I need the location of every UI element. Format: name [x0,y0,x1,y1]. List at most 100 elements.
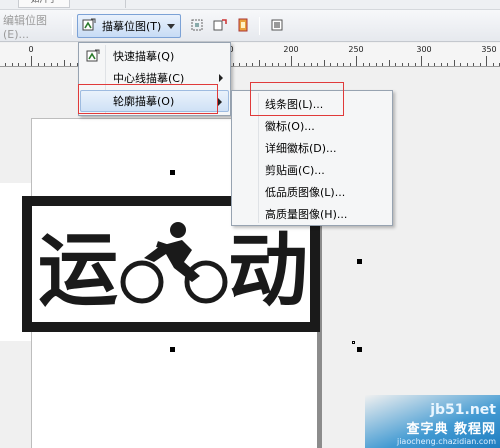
ruler-tick [362,63,364,66]
chevron-right-icon [219,74,223,82]
logo-char-left: 运 [38,224,118,317]
property-toolbar: 编辑位图(E)... 描摹位图(T) [0,10,500,42]
trace-bitmap-button[interactable]: 描摹位图(T) [77,14,181,38]
selection-handle-bottom-right[interactable] [357,347,362,352]
submenu-item-low-quality-image[interactable]: 低品质图像(L)... [265,184,345,200]
submenu-item-high-quality-image[interactable]: 高质量图像(H)... [265,206,347,222]
ruler-tick [466,63,468,66]
cyclist-icon [120,222,228,304]
ruler-tick [31,56,32,66]
ruler-tick [63,60,65,66]
ruler-tick [356,56,357,66]
ruler-tick [252,63,253,66]
ruler-tick [343,63,344,66]
watermark-site: jb51.net [430,402,496,418]
horizontal-ruler[interactable]: 0 50 100 150 200 250 300 350 [0,43,500,67]
ruler-tick [349,63,351,66]
ruler-tick [245,63,247,66]
annotation-highlight-line-art [250,82,344,116]
ruler-tick [336,63,338,66]
selection-handle-top[interactable] [170,170,175,175]
ruler-tick [447,63,448,66]
ruler-tick [408,63,409,66]
ruler-tick [440,63,442,66]
ruler-tick [414,63,416,66]
ruler-tick [310,63,312,66]
ruler-tick [5,63,6,66]
ruler-tick [44,63,45,66]
crop-bitmap-button[interactable] [186,14,208,38]
menu-item-label: 快速描摹(Q) [113,50,175,63]
ruler-tick [479,63,481,66]
ruler-tick [50,63,52,66]
ruler-label: 200 [283,45,299,54]
ruler-label: 350 [481,45,497,54]
rotation-center-marker[interactable] [352,341,355,344]
ruler-tick [375,63,377,66]
crop-bitmap-icon [190,18,204,35]
ruler-label: 250 [348,45,364,54]
ruler-tick [382,63,383,66]
ruler-tick [388,60,390,66]
submenu-item-detailed-logo[interactable]: 详细徽标(D)... [265,140,337,156]
ruler-tick [297,63,299,66]
resample-icon [213,18,227,35]
chevron-down-icon [167,24,175,29]
resample-button[interactable] [209,14,231,38]
trace-bitmap-label: 描摹位图(T) [102,20,162,33]
watermark-url: jiaocheng.chazidian.com [396,437,496,446]
ruler-tick [304,63,305,66]
ruler-tick [395,63,396,66]
selection-handle-right[interactable] [357,259,362,264]
menu-tab-partial[interactable]: 如片了 [18,0,70,8]
ruler-tick [37,63,39,66]
ruler-tick [11,63,13,66]
ruler-tick [18,63,19,66]
submenu-item-logo[interactable]: 徽标(O)... [265,118,315,134]
ruler-label: 0 [28,45,34,54]
bitmap-color-mask-icon [236,18,250,35]
ruler-tick [239,63,240,66]
toolbar-separator [259,17,260,35]
submenu-item-clipart[interactable]: 剪贴画(C)... [265,162,325,178]
bitmap-color-mask-button[interactable] [232,14,254,38]
list-options-icon [270,18,284,35]
menu-divider [125,0,135,8]
ruler-tick [284,63,286,66]
ruler-tick [473,63,474,66]
ruler-label: 300 [416,45,432,54]
ruler-tick [271,63,273,66]
trace-bitmap-icon [82,18,96,35]
ruler-tick [434,63,435,66]
ruler-tick [486,56,487,66]
ruler-tick [70,63,71,66]
ruler-tick [24,63,26,66]
annotation-highlight-outline-trace [78,84,218,114]
ruler-tick [453,60,455,66]
ruler-tick [401,63,403,66]
trace-bitmap-icon [86,49,100,66]
ruler-tick [232,63,234,66]
ruler-tick [323,60,325,66]
ruler-tick [57,63,58,66]
logo-char-right: 动 [228,224,308,317]
chevron-right-icon [218,98,222,106]
toolbar-separator [72,17,73,35]
ruler-tick [278,63,279,66]
ruler-tick [460,63,461,66]
watermark-title: 查字典 教程网 [406,422,496,437]
ruler-tick [265,63,266,66]
menu-item-quick-trace[interactable]: 快速描摹(Q) [80,45,229,67]
ruler-tick [492,63,494,66]
edit-bitmap-button[interactable]: 编辑位图(E)... [0,14,70,41]
ruler-tick [258,60,260,66]
selection-handle-bottom[interactable] [170,347,175,352]
ruler-tick [291,56,292,66]
ruler-tick [317,63,318,66]
ruler-tick [421,56,422,66]
menu-bar-strip: 如片了 [0,0,500,10]
ruler-tick [369,63,370,66]
ruler-tick [427,63,429,66]
ruler-tick [330,63,331,66]
options-button[interactable] [266,14,288,38]
